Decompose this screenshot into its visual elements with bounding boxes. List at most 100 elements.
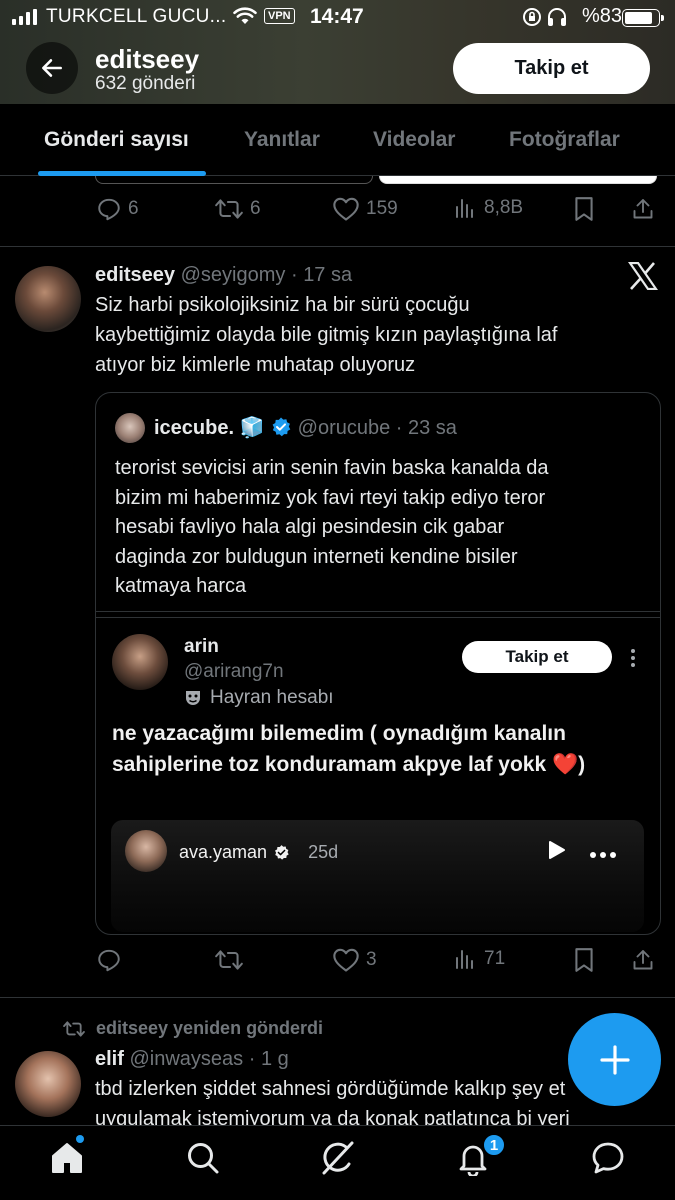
quote-handle: @orucube [297,417,391,439]
repost-button[interactable]: 6 [214,196,261,222]
share-button[interactable] [631,947,655,973]
embed-avatar [112,634,168,690]
wifi-icon [233,6,257,32]
like-button[interactable]: 3 [332,947,377,973]
previous-tweet-media[interactable] [95,176,657,184]
avatar[interactable] [15,266,81,332]
quote-text-line: katmaya harca [115,575,247,597]
author-name[interactable]: elif [95,1048,124,1070]
embedded-video[interactable]: ava.yaman 25d [111,820,644,932]
separator-dot: · [243,1048,261,1070]
headphones-icon [546,7,568,33]
ice-emoji: 🧊 [239,417,265,439]
analytics-icon [456,199,473,218]
bottom-nav [0,1125,675,1200]
video-author: ava.yaman 25d [179,842,338,863]
battery-percent: %83 [582,5,623,27]
nav-search[interactable] [185,1140,221,1181]
verified-badge-icon [270,416,292,444]
tab-replies[interactable]: Yanıtlar [244,128,320,152]
repost-context[interactable]: editseey yeniden gönderdi [62,1018,323,1039]
author-handle[interactable]: @seyigomy [181,264,286,286]
fan-account-text: Hayran hesabı [210,687,334,708]
author-handle[interactable]: @inwayseas [129,1048,243,1070]
tweet-divider [0,997,675,998]
quote-text-line: daginda zor buldugun interneti kendine b… [115,545,518,568]
tweet-text-line: uygulamak istemiyorum ya da konak patlat… [95,1108,570,1125]
reply-icon [98,198,120,221]
separator-dot: · [390,417,408,439]
search-icon [188,1143,219,1174]
tab-posts[interactable]: Gönderi sayısı [44,128,189,152]
nav-home[interactable] [49,1140,85,1181]
bookmark-button[interactable] [572,947,596,973]
quoted-tweet[interactable]: icecube. 🧊 @orucube · 23 sa terorist sev… [95,392,661,935]
share-icon [633,950,653,970]
bookmark-icon [575,197,593,221]
plus-icon [599,1044,630,1075]
profile-name: editseey [95,44,200,74]
home-icon [52,1143,82,1173]
embed-text: ne yazacağımı bilemedim ( oynadığım kana… [112,718,652,780]
tab-photos[interactable]: Fotoğraflar [509,128,620,152]
reply-count: 6 [128,198,139,219]
like-count: 3 [366,949,377,970]
quote-text-line: bizim mi haberimiz yok favi rteyi takip … [115,486,546,509]
share-button[interactable] [631,196,655,222]
quote-time: 23 sa [408,417,457,439]
embed-text-line: sahiplerine toz konduramam akpye laf yok… [112,753,586,776]
reply-button[interactable]: 6 [96,196,139,222]
embed-author-name: arin [184,636,219,657]
back-button[interactable] [26,42,78,94]
embed-follow-button[interactable]: Takip et [462,641,612,673]
analytics-icon [456,950,473,969]
embedded-post[interactable]: arin @arirang7n Hayran hesabı Takip et n… [96,617,660,934]
play-icon[interactable] [548,840,566,865]
nav-messages[interactable] [590,1140,626,1181]
more-options-icon[interactable] [629,648,637,673]
home-unread-dot [76,1135,84,1143]
chat-bubble-icon [592,1142,624,1174]
embed-text-line: ne yazacağımı bilemedim ( oynadığım kana… [112,722,566,745]
status-bar: TURKCELL GUCU... VPN 14:47 %83 [0,0,675,34]
video-author-name: ava.yaman [179,842,268,862]
follow-button[interactable]: Takip et [453,43,650,94]
views-button[interactable]: 71 [454,947,505,971]
bookmark-button[interactable] [572,196,596,222]
tweet-actions: 3 71 [0,947,675,977]
signal-icon [12,9,37,25]
view-count: 8,8B [484,197,524,218]
tweet-text-line: atıyor biz kimlerle muhatap oluyoruz [95,354,416,376]
quote-author-name: icecube. [154,417,235,439]
notification-badge: 1 [482,1133,506,1157]
tweet-divider [0,246,675,247]
nav-grok[interactable] [319,1140,357,1181]
like-button[interactable]: 159 [332,196,398,222]
verified-badge-icon [275,845,289,860]
post-count: 632 gönderi [95,73,196,94]
view-count: 71 [484,948,506,969]
video-author-avatar [125,830,167,872]
profile-tabs: Gönderi sayısı Yanıtlar Videolar Fotoğra… [0,104,675,176]
reply-button[interactable] [96,947,122,973]
carrier-name: TURKCELL GUCU... [46,6,227,27]
author-name[interactable]: editseey [95,264,175,286]
grok-icon [322,1141,354,1175]
theater-mask-icon [186,691,200,705]
more-horizontal-icon[interactable] [589,846,617,864]
avatar[interactable] [15,1051,81,1117]
repost-button[interactable] [214,947,244,973]
tweet-text-line: kaybettiğimiz olayda bile gitmiş kızın p… [95,324,558,346]
repost-icon [215,950,243,970]
tab-videos[interactable]: Videolar [373,128,455,152]
repost-context-text: editseey yeniden gönderdi [96,1018,324,1038]
quote-divider [96,611,660,612]
embed-handle: @arirang7n [184,661,284,682]
tweet-text: Siz harbi psikolojiksiniz ha bir sürü ço… [95,290,655,380]
views-button[interactable]: 8,8B [454,196,523,220]
repost-icon [215,199,243,219]
repost-icon [63,1020,85,1037]
compose-button[interactable] [568,1013,661,1106]
heart-icon [333,948,359,972]
vpn-badge: VPN [264,8,295,24]
